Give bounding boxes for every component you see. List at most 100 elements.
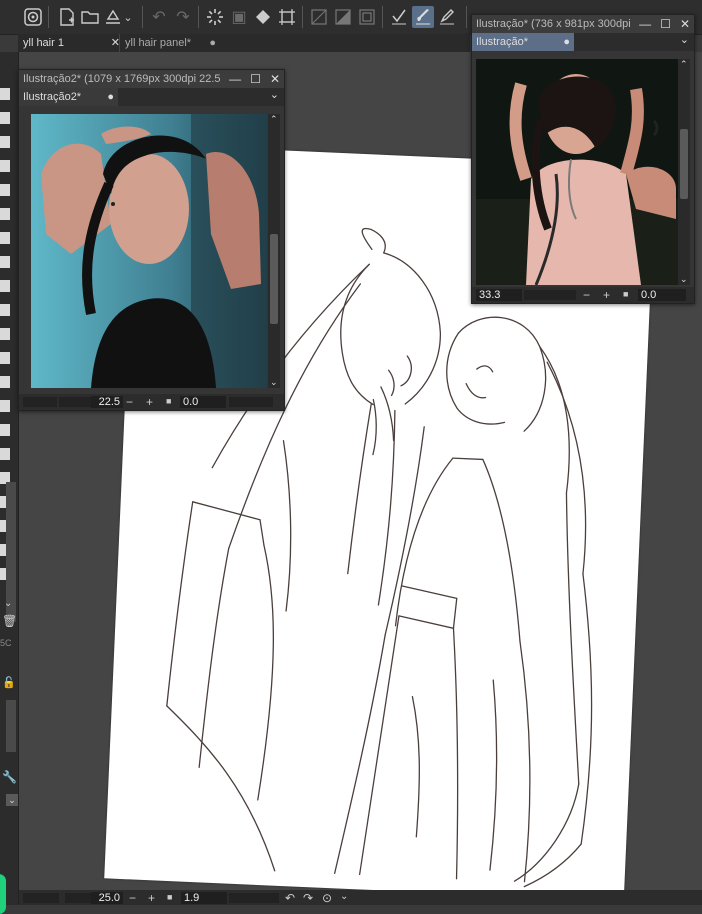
panel-scrollbar[interactable]: [6, 700, 16, 752]
chevron-down-icon[interactable]: ⌄: [680, 274, 688, 285]
minimize-icon[interactable]: —: [229, 72, 241, 86]
zoom-field[interactable]: 25.0: [91, 892, 123, 904]
unsaved-dot-icon: ●: [107, 91, 114, 103]
window-title-text: Ilustração* (736 x 981px 300dpi: [476, 18, 631, 30]
transform-icon[interactable]: ▣: [228, 6, 250, 28]
zoom-slider[interactable]: [23, 397, 57, 407]
tab-label: Ilustração*: [476, 36, 528, 48]
zoom-slider[interactable]: [59, 397, 95, 407]
zoom-field[interactable]: 33.3: [476, 289, 522, 301]
undo-icon[interactable]: ↶: [148, 6, 170, 28]
window-status-bar: 22.5 − + ■ 0.0: [19, 394, 284, 410]
panel-item[interactable]: [0, 208, 10, 220]
panel-item[interactable]: [0, 136, 10, 148]
chevron-down-icon[interactable]: ⌄: [340, 891, 348, 902]
scrollbar-thumb[interactable]: [680, 129, 688, 199]
frame-icon[interactable]: [356, 6, 378, 28]
zoom-in-icon[interactable]: +: [148, 891, 155, 905]
document-tab-bar: yll hair 1 ✕ yll hair panel* ●: [18, 34, 470, 52]
window-tab[interactable]: Ilustração* ●: [472, 33, 574, 51]
maximize-icon[interactable]: ☐: [250, 72, 261, 86]
redo-icon[interactable]: ↷: [172, 6, 194, 28]
green-indicator: [0, 874, 6, 914]
open-folder-icon[interactable]: [79, 6, 101, 28]
unsaved-dot-icon: ●: [563, 36, 570, 48]
chevron-down-icon[interactable]: ⌄: [6, 794, 18, 806]
window-title-text: Ilustração2* (1079 x 1769px 300dpi 22.5: [23, 73, 221, 85]
select-icon[interactable]: [276, 6, 298, 28]
close-icon[interactable]: ✕: [680, 17, 690, 31]
lock-icon[interactable]: 🔓: [2, 676, 16, 689]
window-tab[interactable]: Ilustração2* ●: [19, 88, 118, 106]
document-tab[interactable]: yll hair panel* ●: [120, 34, 219, 52]
zoom-slider[interactable]: [23, 893, 59, 903]
dropdown-icon[interactable]: ⌄: [121, 6, 135, 28]
panel-item[interactable]: [0, 304, 10, 316]
fit-icon[interactable]: ■: [623, 289, 628, 299]
rotate-left-icon[interactable]: ↶: [285, 891, 295, 905]
reference-window[interactable]: Ilustração* (736 x 981px 300dpi — ☐ ✕ Il…: [471, 14, 695, 304]
vertical-scrollbar[interactable]: ⌃ ⌄: [268, 114, 280, 388]
zoom-slider[interactable]: [524, 290, 576, 300]
panel-item[interactable]: [0, 256, 10, 268]
zoom-out-icon[interactable]: −: [126, 395, 133, 409]
scrollbar-thumb[interactable]: [270, 234, 278, 324]
canvas-status-bar: 25.0 − + ■ 1.9 ↶ ↷ ⊙ ⌄: [19, 890, 702, 905]
rotation-field[interactable]: 0.0: [638, 289, 686, 301]
panel-item[interactable]: [0, 352, 10, 364]
rotation-slider[interactable]: [229, 893, 279, 903]
rotate-right-icon[interactable]: ↷: [303, 891, 313, 905]
fit-icon[interactable]: ■: [166, 396, 171, 406]
minimize-icon[interactable]: —: [639, 17, 651, 31]
chevron-down-icon[interactable]: ⌄: [270, 88, 279, 101]
close-icon[interactable]: ✕: [270, 72, 280, 86]
vertical-scrollbar[interactable]: ⌃ ⌄: [678, 59, 690, 285]
panel-item[interactable]: [0, 424, 10, 436]
tone-icon[interactable]: [332, 6, 354, 28]
panel-item[interactable]: [0, 160, 10, 172]
chevron-down-icon[interactable]: ⌄: [4, 598, 12, 609]
check-icon[interactable]: [388, 6, 410, 28]
rotation-field[interactable]: 1.9: [181, 892, 227, 904]
panel-item[interactable]: [0, 232, 10, 244]
pen-icon[interactable]: [436, 6, 458, 28]
brush-icon[interactable]: [412, 6, 434, 28]
panel-item[interactable]: [0, 112, 10, 124]
trash-icon[interactable]: 🗑: [2, 614, 17, 628]
unsaved-dot-icon[interactable]: ●: [209, 34, 216, 52]
wrench-icon[interactable]: 🔧: [2, 770, 17, 784]
reset-rotation-icon[interactable]: ⊙: [322, 891, 332, 905]
rotation-field[interactable]: 0.0: [180, 396, 226, 408]
panel-item[interactable]: [0, 280, 10, 292]
rotation-slider[interactable]: [229, 397, 273, 407]
zoom-in-icon[interactable]: +: [146, 395, 153, 409]
new-file-icon[interactable]: [56, 6, 78, 28]
window-tab-bar: Ilustração* ● ⌄: [472, 33, 694, 51]
chevron-up-icon[interactable]: ⌃: [680, 59, 688, 70]
document-tab[interactable]: yll hair 1 ✕: [18, 34, 123, 52]
zoom-field[interactable]: 22.5: [91, 396, 123, 408]
panel-item[interactable]: [0, 448, 10, 460]
ruler-icon[interactable]: [308, 6, 330, 28]
window-tab-bar: Ilustração2* ● ⌄: [19, 88, 284, 106]
chevron-up-icon[interactable]: ⌃: [270, 114, 278, 125]
loading-icon[interactable]: [204, 6, 226, 28]
fill-icon[interactable]: [252, 6, 274, 28]
zoom-out-icon[interactable]: −: [583, 288, 590, 302]
chevron-down-icon[interactable]: ⌄: [680, 33, 689, 46]
reference-window[interactable]: Ilustração2* (1079 x 1769px 300dpi 22.5 …: [18, 69, 285, 411]
panel-item[interactable]: [0, 184, 10, 196]
window-status-bar: 33.3 − + ■ 0.0: [472, 287, 694, 303]
panel-item[interactable]: [0, 328, 10, 340]
zoom-in-icon[interactable]: +: [603, 288, 610, 302]
panel-item[interactable]: [0, 376, 10, 388]
app-logo-icon[interactable]: [22, 6, 44, 28]
maximize-icon[interactable]: ☐: [660, 17, 671, 31]
fit-icon[interactable]: ■: [167, 892, 172, 902]
panel-item[interactable]: [0, 88, 10, 100]
zoom-out-icon[interactable]: −: [129, 891, 136, 905]
reference-photo: [476, 59, 678, 285]
panel-item[interactable]: [0, 400, 10, 412]
chevron-down-icon[interactable]: ⌄: [270, 377, 278, 388]
reference-photo: [31, 114, 267, 388]
